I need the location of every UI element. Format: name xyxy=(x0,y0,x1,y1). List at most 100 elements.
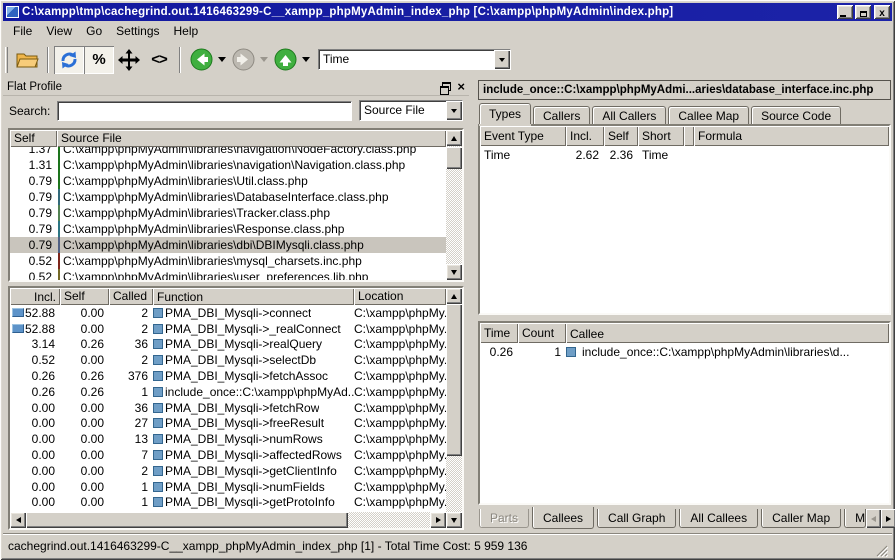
scrollbar-thumb[interactable] xyxy=(26,512,348,528)
file-color-icon xyxy=(58,189,60,205)
back-icon xyxy=(190,48,213,71)
column-header-function[interactable]: Function xyxy=(153,288,354,305)
column-header-event-type[interactable]: Event Type xyxy=(480,126,566,146)
source-file-row[interactable]: 0.52C:\xampp\phpMyAdmin\libraries\mysql_… xyxy=(10,253,446,269)
tab-source-code[interactable]: Source Code xyxy=(751,106,841,124)
open-file-button[interactable] xyxy=(12,46,42,74)
tab-types[interactable]: Types xyxy=(479,103,531,124)
self-value: 0.26 xyxy=(60,385,109,399)
function-row[interactable]: 52.880.002PMA_DBI_Mysqli->connectC:\xamp… xyxy=(10,305,446,321)
combo-dropdown-button[interactable] xyxy=(494,50,510,69)
forward-button[interactable] xyxy=(228,46,258,74)
forward-dropdown[interactable] xyxy=(258,46,270,74)
combo-dropdown-button[interactable] xyxy=(446,101,462,120)
resize-grip[interactable] xyxy=(874,543,888,557)
menu-file[interactable]: File xyxy=(6,22,39,40)
column-header-blank[interactable] xyxy=(684,126,694,146)
tab-all-callers[interactable]: All Callers xyxy=(592,106,666,124)
tab-call-graph[interactable]: Call Graph xyxy=(597,509,676,528)
dock-float-button[interactable] xyxy=(442,82,451,91)
scrollbar-thumb[interactable] xyxy=(446,147,462,169)
function-row[interactable]: 0.000.0036PMA_DBI_Mysqli->fetchRowC:\xam… xyxy=(10,400,446,416)
column-header-self[interactable]: Self xyxy=(60,288,109,305)
column-header-callee[interactable]: Callee xyxy=(566,323,889,343)
function-row[interactable]: 0.000.0027PMA_DBI_Mysqli->freeResultC:\x… xyxy=(10,416,446,432)
tab-callees[interactable]: Callees xyxy=(532,507,594,529)
tab-scroll-left-button xyxy=(866,509,881,528)
expand-areas-button[interactable] xyxy=(114,46,144,74)
column-header-count[interactable]: Count xyxy=(518,323,566,343)
reload-icon xyxy=(59,50,79,70)
function-row[interactable]: 0.260.26376PMA_DBI_Mysqli->fetchAssocC:\… xyxy=(10,368,446,384)
column-header-location[interactable]: Location xyxy=(354,288,446,305)
vertical-scrollbar[interactable] xyxy=(446,130,462,280)
tab-callers[interactable]: Callers xyxy=(533,106,590,124)
scroll-right-button[interactable] xyxy=(430,512,446,528)
scroll-left-button[interactable] xyxy=(10,512,26,528)
tab-caller-map[interactable]: Caller Map xyxy=(761,509,841,528)
cycle-groups-button[interactable] xyxy=(54,46,84,74)
scroll-up-button[interactable] xyxy=(446,288,462,304)
source-file-row[interactable]: 0.79C:\xampp\phpMyAdmin\libraries\Respon… xyxy=(10,221,446,237)
up-dropdown[interactable] xyxy=(300,46,312,74)
search-input[interactable] xyxy=(57,101,352,121)
vertical-scrollbar[interactable] xyxy=(446,288,462,528)
relative-cost-button[interactable]: <> xyxy=(144,46,174,74)
menu-help[interactable]: Help xyxy=(167,22,206,40)
column-header-self[interactable]: Self xyxy=(604,126,638,146)
event-type-combo[interactable]: Time xyxy=(318,49,511,70)
column-header-formula[interactable]: Formula xyxy=(694,126,889,146)
function-row[interactable]: 0.000.001PMA_DBI_Mysqli->getProtoInfoC:\… xyxy=(10,495,446,511)
source-file-row[interactable]: 1.37C:\xampp\phpMyAdmin\libraries\naviga… xyxy=(10,147,446,157)
function-row[interactable]: 0.000.002PMA_DBI_Mysqli->getClientInfoC:… xyxy=(10,463,446,479)
percentage-toggle-button[interactable]: % xyxy=(84,46,114,74)
callee-row[interactable]: 0.261include_once::C:\xampp\phpMyAdmin\l… xyxy=(480,343,889,360)
function-cell: PMA_DBI_Mysqli->getProtoInfo xyxy=(153,495,354,509)
function-name: PMA_DBI_Mysqli->numRows xyxy=(165,432,323,446)
source-file-row[interactable]: 0.79C:\xampp\phpMyAdmin\libraries\Tracke… xyxy=(10,205,446,221)
function-row[interactable]: 0.520.002PMA_DBI_Mysqli->selectDbC:\xamp… xyxy=(10,352,446,368)
menu-go[interactable]: Go xyxy=(79,22,109,40)
source-file-row[interactable]: 0.52C:\xampp\phpMyAdmin\libraries\user_p… xyxy=(10,269,446,280)
column-header-incl[interactable]: Incl. xyxy=(10,288,60,305)
self-value: 0.00 xyxy=(60,464,109,478)
horizontal-scrollbar[interactable] xyxy=(10,512,446,528)
column-header-incl[interactable]: Incl. xyxy=(566,126,604,146)
maximize-button[interactable] xyxy=(855,5,871,19)
column-header-source-file[interactable]: Source File xyxy=(57,130,446,147)
flat-profile-dock: Flat Profile × Search: Source File SelfS… xyxy=(3,78,469,531)
back-dropdown[interactable] xyxy=(216,46,228,74)
menu-settings[interactable]: Settings xyxy=(109,22,166,40)
scroll-down-button[interactable] xyxy=(446,264,462,280)
column-header-time[interactable]: Time xyxy=(480,323,518,343)
scroll-down-button[interactable] xyxy=(446,512,462,528)
close-button[interactable]: x xyxy=(874,5,890,19)
source-file-row[interactable]: 0.79C:\xampp\phpMyAdmin\libraries\dbi\DB… xyxy=(10,237,446,253)
dock-close-button[interactable]: × xyxy=(457,81,465,92)
function-row[interactable]: 52.880.002PMA_DBI_Mysqli->_realConnectC:… xyxy=(10,321,446,337)
function-row[interactable]: 0.260.261include_once::C:\xampp\phpMyAd.… xyxy=(10,384,446,400)
function-row[interactable]: 3.140.2636PMA_DBI_Mysqli->realQueryC:\xa… xyxy=(10,337,446,353)
function-row[interactable]: 0.000.001PMA_DBI_Mysqli->numFieldsC:\xam… xyxy=(10,479,446,495)
scroll-up-button[interactable] xyxy=(446,130,462,146)
event-type-row[interactable]: Time2.622.36Time xyxy=(480,146,889,163)
tab-scroll-right-button[interactable] xyxy=(881,509,895,528)
menu-view[interactable]: View xyxy=(39,22,79,40)
column-header-called[interactable]: Called xyxy=(109,288,153,305)
function-row[interactable]: 0.000.007PMA_DBI_Mysqli->affectedRowsC:\… xyxy=(10,447,446,463)
source-file-row[interactable]: 0.79C:\xampp\phpMyAdmin\libraries\Databa… xyxy=(10,189,446,205)
scrollbar-thumb[interactable] xyxy=(446,304,462,456)
back-button[interactable] xyxy=(186,46,216,74)
tab-callee-map[interactable]: Callee Map xyxy=(668,106,749,124)
function-row[interactable]: 0.000.0013PMA_DBI_Mysqli->numRowsC:\xamp… xyxy=(10,431,446,447)
column-header-self[interactable]: Self xyxy=(10,130,57,147)
group-by-combo[interactable]: Source File xyxy=(359,100,463,121)
tab-all-callees[interactable]: All Callees xyxy=(679,509,758,528)
column-header-short[interactable]: Short xyxy=(638,126,684,146)
source-file-row[interactable]: 0.79C:\xampp\phpMyAdmin\libraries\Util.c… xyxy=(10,173,446,189)
up-button[interactable] xyxy=(270,46,300,74)
minimize-button[interactable] xyxy=(837,5,853,19)
source-file-row[interactable]: 1.31C:\xampp\phpMyAdmin\libraries\naviga… xyxy=(10,157,446,173)
tab-machine-code[interactable]: Machine Code xyxy=(844,509,866,528)
toolbar-grip[interactable] xyxy=(5,47,8,73)
